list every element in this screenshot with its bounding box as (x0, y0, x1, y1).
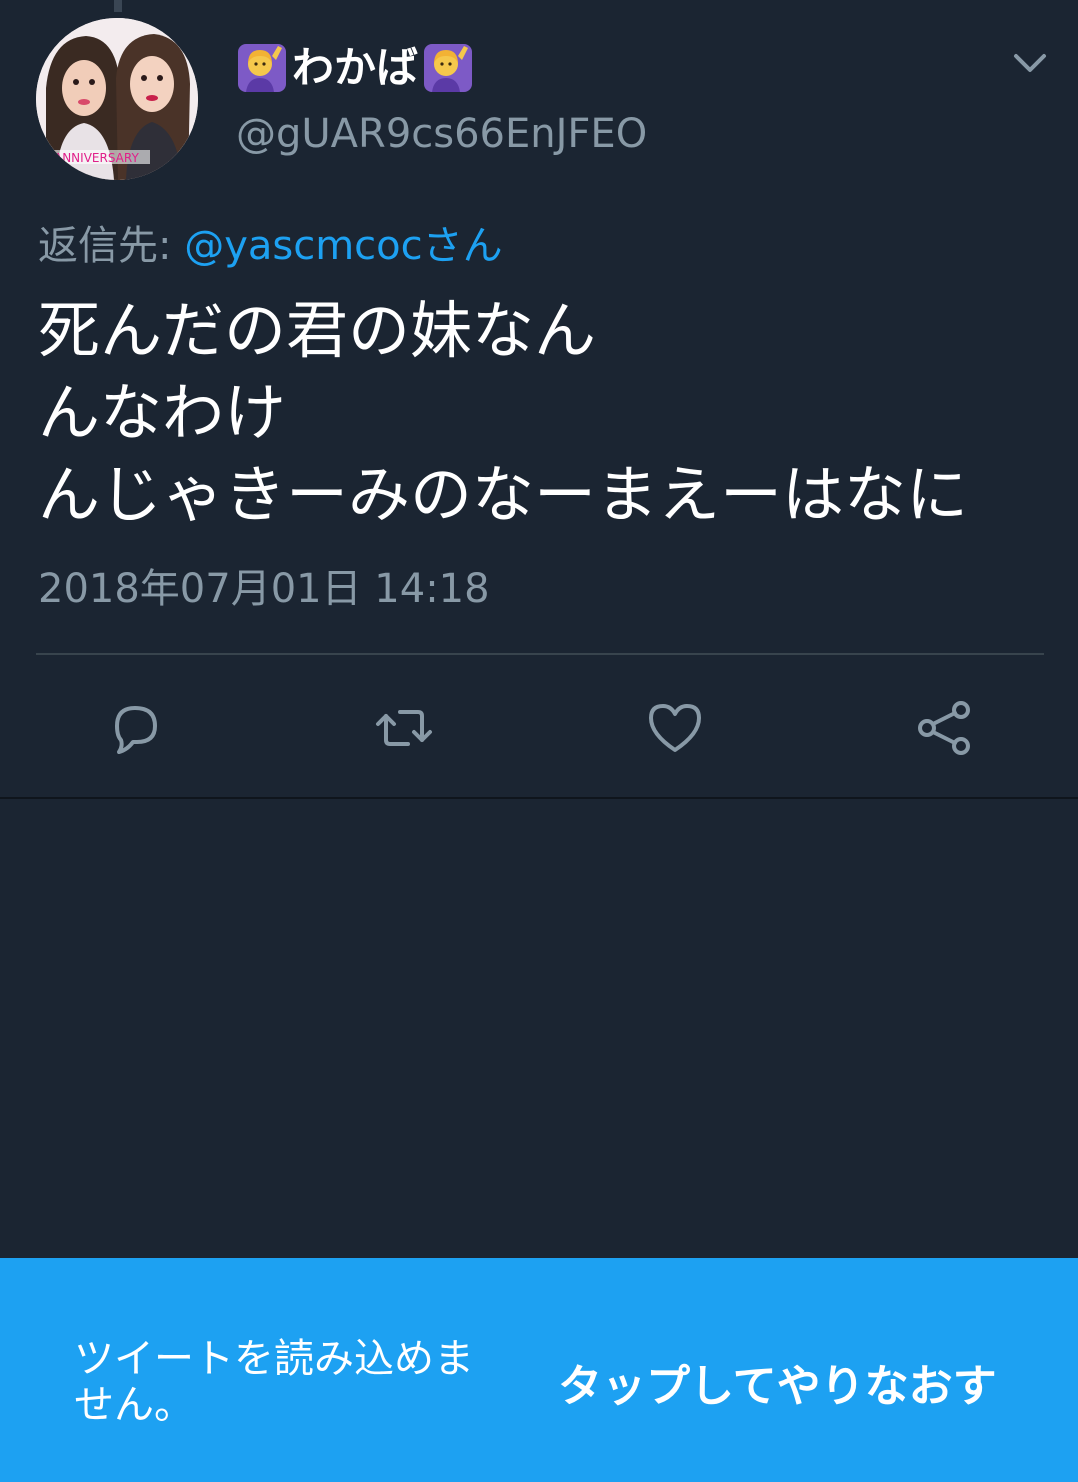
author-handle[interactable]: @gUAR9cs66EnJFEO (236, 110, 647, 158)
heart-icon[interactable] (643, 696, 707, 760)
avatar-photo: ANNIVERSARY (36, 18, 198, 180)
reply-context: 返信先: @yascmcocさん (38, 222, 503, 270)
load-error-message: ツイートを読み込めません。 (74, 1336, 474, 1428)
thread-connector-line (114, 0, 122, 12)
person-raising-hand-icon (424, 44, 473, 92)
reply-icon[interactable] (103, 696, 167, 760)
reply-prefix: 返信先: (38, 223, 185, 269)
chevron-down-icon[interactable] (1012, 48, 1048, 78)
reply-to-link[interactable]: @yascmcocさん (184, 223, 502, 269)
tweet-body: 死んだの君の妹なん んなわけ んじゃきーみのなーまえーはなに (38, 290, 1048, 536)
avatar-caption: ANNIVERSARY (54, 151, 139, 165)
divider (36, 653, 1044, 655)
author-name-row[interactable]: わかば (236, 40, 474, 96)
retweet-icon[interactable] (372, 696, 436, 760)
tweet-text-line: んじゃきーみのなーまえーはなに (38, 458, 969, 531)
tweet-text-line: 死んだの君の妹なん (38, 294, 597, 367)
tweet-timestamp: 2018年07月01日 14:18 (38, 566, 490, 612)
tweet-text-line: んなわけ (38, 376, 287, 449)
author-display-name[interactable]: わかば (292, 40, 418, 96)
share-icon[interactable] (913, 696, 977, 760)
avatar[interactable]: ANNIVERSARY (36, 18, 198, 180)
person-raising-hand-icon (238, 44, 286, 92)
divider (0, 797, 1078, 799)
retry-button[interactable]: タップしてやりなおす (558, 1360, 997, 1414)
